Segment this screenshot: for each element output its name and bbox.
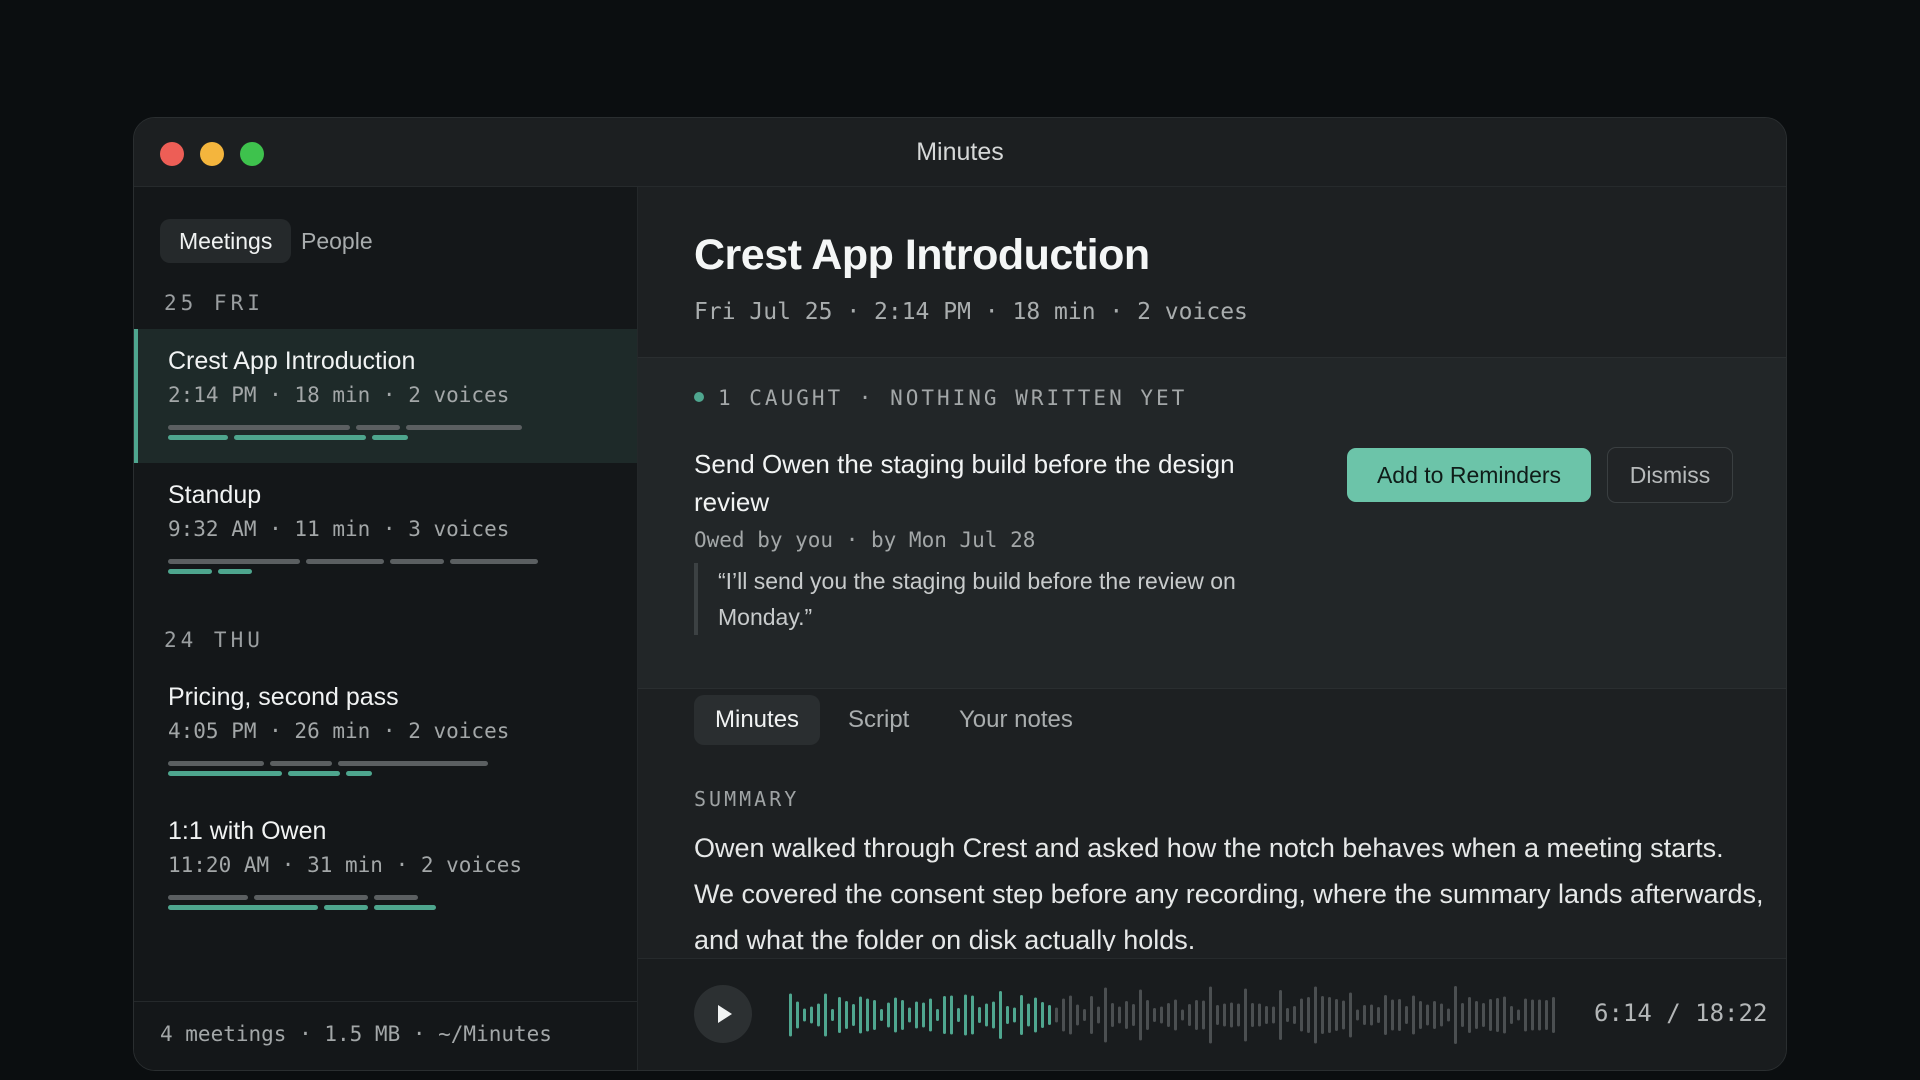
tab-script[interactable]: Script: [848, 695, 909, 745]
segment-meetings[interactable]: Meetings: [160, 219, 292, 263]
day-label: 24 THU: [164, 628, 264, 652]
sidebar-footer: 4 meetings · 1.5 MB · ~/Minutes: [134, 1001, 637, 1070]
page-title: Crest App Introduction: [694, 231, 1150, 279]
summary-label: SUMMARY: [694, 787, 800, 811]
meeting-item-standup[interactable]: Standup 9:32 AM · 11 min · 3 voices: [134, 463, 637, 597]
voice-bars: [168, 425, 568, 449]
meeting-title: 1:1 with Owen: [168, 817, 327, 845]
meeting-meta: 9:32 AM · 11 min · 3 voices: [168, 517, 510, 541]
task-quote: “I’ll send you the staging build before …: [694, 563, 1278, 635]
window-title: Minutes: [916, 138, 1004, 166]
meeting-item-crest[interactable]: Crest App Introduction 2:14 PM · 18 min …: [134, 329, 637, 463]
title-bar: Minutes: [134, 118, 1786, 187]
meeting-title: Pricing, second pass: [168, 683, 399, 711]
caught-header: 1 CAUGHT · NOTHING WRITTEN YET: [694, 386, 1187, 410]
voice-bars: [168, 895, 568, 919]
meeting-meta: 4:05 PM · 26 min · 2 voices: [168, 719, 510, 743]
meeting-title: Crest App Introduction: [168, 347, 416, 375]
sidebar: Meetings People 25 FRI Crest App Introdu…: [134, 187, 638, 1070]
waveform-scrubber[interactable]: [788, 975, 1558, 1055]
summary-text: Owen walked through Crest and asked how …: [694, 833, 1764, 951]
storage-summary: 4 meetings · 1.5 MB · ~/Minutes: [160, 1022, 552, 1046]
add-to-reminders-button[interactable]: Add to Reminders: [1347, 448, 1591, 502]
tab-your-notes[interactable]: Your notes: [959, 695, 1073, 745]
task-title: Send Owen the staging build before the d…: [694, 449, 1235, 517]
audio-player: 6:14 / 18:22: [638, 958, 1786, 1070]
meeting-item-owen[interactable]: 1:1 with Owen 11:20 AM · 31 min · 2 voic…: [134, 799, 637, 933]
voice-bars: [168, 559, 568, 583]
meeting-meta: Fri Jul 25 · 2:14 PM · 18 min · 2 voices: [694, 299, 1248, 325]
voice-bars: [168, 761, 568, 785]
caught-task-card: 1 CAUGHT · NOTHING WRITTEN YET Send Owen…: [638, 357, 1786, 689]
dismiss-button[interactable]: Dismiss: [1607, 447, 1733, 503]
meeting-title: Standup: [168, 481, 262, 509]
playback-time: 6:14 / 18:22: [1594, 999, 1768, 1027]
status-dot-icon: [694, 392, 704, 402]
caught-header-text: 1 CAUGHT · NOTHING WRITTEN YET: [718, 386, 1188, 410]
meeting-header: Crest App Introduction Fri Jul 25 · 2:14…: [638, 187, 1786, 357]
task-meta: Owed by you · by Mon Jul 28: [694, 528, 1036, 552]
meeting-item-pricing[interactable]: Pricing, second pass 4:05 PM · 26 min · …: [134, 665, 637, 799]
app-window: Minutes Meetings People 25 FRI Crest App…: [133, 117, 1787, 1071]
day-label: 25 FRI: [164, 291, 264, 315]
tab-minutes[interactable]: Minutes: [694, 695, 821, 745]
play-icon[interactable]: [694, 985, 752, 1043]
segment-people[interactable]: People: [282, 219, 392, 263]
meeting-detail: Crest App Introduction Fri Jul 25 · 2:14…: [638, 187, 1786, 1070]
meeting-meta: 2:14 PM · 18 min · 2 voices: [168, 383, 510, 407]
meeting-meta: 11:20 AM · 31 min · 2 voices: [168, 853, 523, 877]
